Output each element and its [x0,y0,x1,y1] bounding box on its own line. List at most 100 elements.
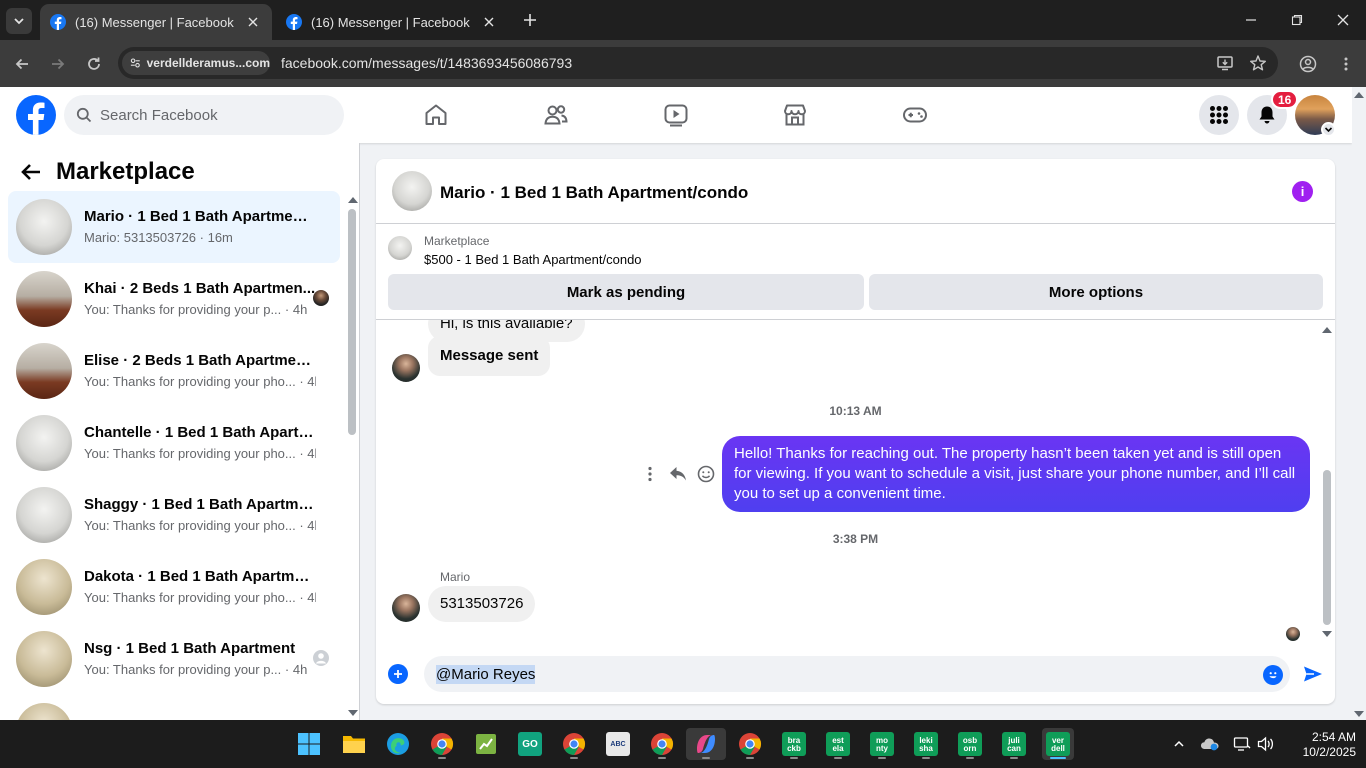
scroll-down-arrow[interactable] [1354,711,1364,717]
minimize-button[interactable] [1228,0,1274,40]
sender-avatar[interactable] [392,354,420,382]
browser-tab-1[interactable]: (16) Messenger | Facebook [40,4,272,40]
sender-avatar[interactable] [392,594,420,622]
conversation-item[interactable]: Dakota · 1 Bed 1 Bath Apartment You: Than… [8,551,340,623]
profile-button[interactable] [1295,51,1321,77]
scroll-up-arrow[interactable] [1322,327,1332,333]
conversation-item[interactable]: Mario · 1 Bed 1 Bath Apartment/... Mario:… [8,191,340,263]
close-tab-icon[interactable] [244,13,262,31]
maximize-button[interactable] [1274,0,1320,40]
reply-icon[interactable] [664,460,692,488]
gaming-icon [903,107,927,123]
nav-friends[interactable] [540,99,572,131]
facebook-logo[interactable] [16,95,56,135]
facebook-favicon-icon [286,14,302,30]
nav-marketplace[interactable] [779,99,811,131]
conversation-item[interactable]: Nsg · 1 Bed 1 Bath Apartment You: Thanks … [8,623,340,695]
back-arrow-button[interactable] [16,157,46,187]
profile-tile-icon: bra ckb [782,732,806,756]
react-emoji-icon[interactable] [692,460,720,488]
taskbar-app-copilot[interactable] [686,728,726,760]
send-button[interactable] [1302,663,1324,685]
tile-estela[interactable]: est ela [822,728,854,760]
emoji-picker-button[interactable] [1263,665,1283,685]
conversation-item[interactable]: Chantelle · 1 Bed 1 Bath Apartme... [8,695,340,720]
chrome-profile-2-button[interactable] [646,728,678,760]
chrome-button[interactable] [426,728,458,760]
new-tab-button[interactable] [520,10,540,30]
url-text[interactable]: facebook.com/messages/t/1483693456086793 [281,55,572,71]
listing-thumbnail [16,487,72,543]
profile-tile-icon: osb orn [958,732,982,756]
tile-monty[interactable]: mo nty [866,728,898,760]
conversation-preview: You: Thanks for providing your pho... · … [84,590,316,605]
edge-browser-button[interactable] [382,728,414,760]
conversation-item[interactable]: Chantelle · 1 Bed 1 Bath Apartme... You: … [8,407,340,479]
browser-menu-button[interactable] [1333,51,1359,77]
info-icon[interactable]: i [1292,181,1313,202]
more-actions-icon[interactable] [636,460,664,488]
scroll-up-arrow[interactable] [1354,92,1364,98]
scrollbar-thumb[interactable] [348,209,356,435]
reload-button[interactable] [81,51,107,77]
running-indicator [658,757,666,759]
conversation-title: Dakota · 1 Bed 1 Bath Apartment [84,568,316,585]
tile-verdell[interactable]: ver dell [1042,728,1074,760]
conversation-item[interactable]: Elise · 2 Beds 1 Bath Apartment/... You: … [8,335,340,407]
facebook-search-box[interactable] [64,95,344,135]
system-clock[interactable]: 2:54 AM 10/2/2025 [1292,730,1356,760]
scrollbar-thumb[interactable] [1323,470,1331,625]
chrome-profile-3-button[interactable] [734,728,766,760]
conversation-scrollbar[interactable] [346,195,359,720]
bookmark-star-icon[interactable] [1247,52,1269,74]
taskbar-app-teal[interactable]: GO [514,728,546,760]
conversation-text: Khai · 2 Beds 1 Bath Apartmen... You: Tha… [84,279,316,319]
tab-search-button[interactable] [6,8,32,34]
message-scrollbar[interactable] [1320,325,1334,641]
page-scrollbar[interactable] [1352,87,1366,720]
site-info-chip[interactable]: verdellderamus...com [122,51,270,75]
close-tab-icon[interactable] [480,13,498,31]
network-icon[interactable] [1232,734,1252,754]
listing-thumbnail[interactable] [392,171,432,211]
listing-mini-thumbnail[interactable] [388,236,412,260]
facebook-search-input[interactable] [100,106,320,124]
tile-julican[interactable]: juli can [998,728,1030,760]
show-hidden-icons-button[interactable] [1169,734,1189,754]
scroll-up-arrow[interactable] [348,197,358,203]
start-button[interactable] [293,728,325,760]
conversation-item[interactable]: Shaggy · 1 Bed 1 Bath Apartmen... You: Th… [8,479,340,551]
nav-video[interactable] [660,99,692,131]
back-button[interactable] [9,51,35,77]
chat-title[interactable]: Mario · 1 Bed 1 Bath Apartment/condo [440,183,748,203]
add-attachment-button[interactable] [388,664,408,684]
tile-lekisha[interactable]: leki sha [910,728,942,760]
menu-button[interactable] [1199,95,1239,135]
tile-brackb[interactable]: bra ckb [778,728,810,760]
scroll-down-arrow[interactable] [348,710,358,716]
account-chevron-icon[interactable] [1321,122,1336,137]
forward-button[interactable] [45,51,71,77]
taskbar-app-news[interactable]: ABC [602,728,634,760]
mark-as-pending-button[interactable]: Mark as pending [388,274,864,310]
address-bar[interactable]: verdellderamus...com facebook.com/messag… [118,47,1278,79]
file-explorer-button[interactable] [338,728,370,760]
scroll-down-arrow[interactable] [1322,631,1332,637]
onedrive-icon[interactable] [1200,734,1220,754]
conversation-item[interactable]: Khai · 2 Beds 1 Bath Apartmen... You: Tha… [8,263,340,335]
nav-gaming[interactable] [899,99,931,131]
nav-home[interactable] [420,99,452,131]
install-app-icon[interactable] [1214,52,1236,74]
volume-icon[interactable] [1256,734,1276,754]
conversation-text: Chantelle · 1 Bed 1 Bath Apartme... You: … [84,423,316,463]
more-options-button[interactable]: More options [869,274,1323,310]
arrow-left-icon [21,164,40,180]
close-window-button[interactable] [1320,0,1366,40]
taskbar-app-green[interactable] [470,728,502,760]
browser-tab-2[interactable]: (16) Messenger | Facebook [276,4,508,40]
chrome-profile-1-button[interactable] [558,728,590,760]
listing-price[interactable]: $500 - 1 Bed 1 Bath Apartment/condo [424,252,642,267]
message-input[interactable]: @Mario Reyes [424,656,1290,692]
message-composer: @Mario Reyes [376,649,1335,699]
tile-osborn[interactable]: osb orn [954,728,986,760]
